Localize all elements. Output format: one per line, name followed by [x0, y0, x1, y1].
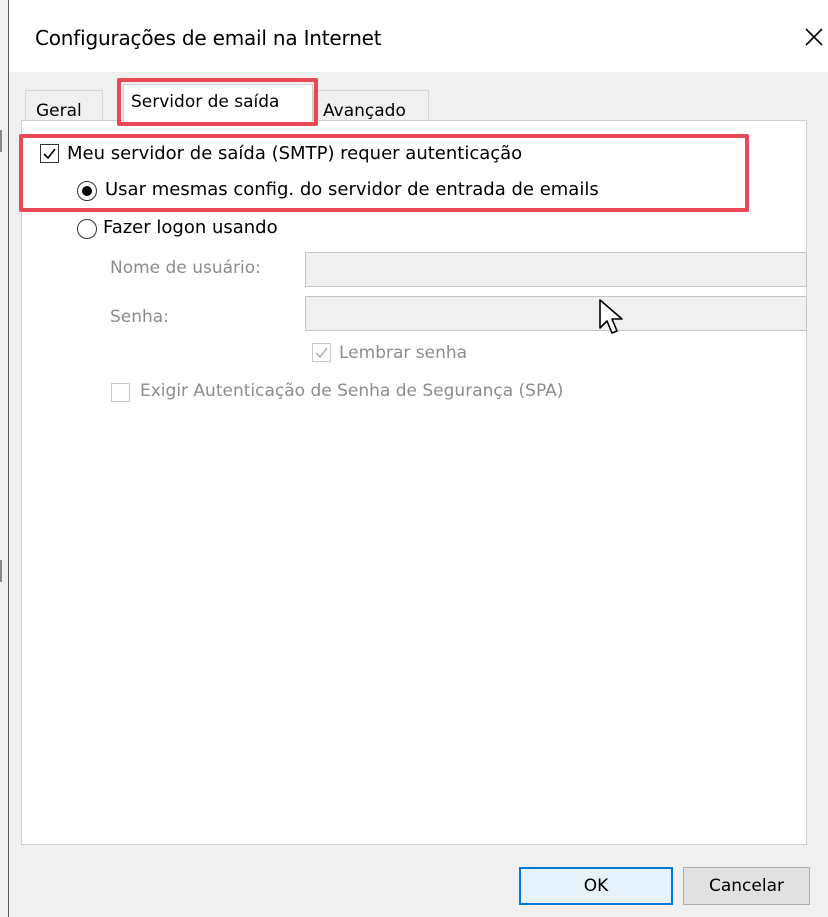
- tab-avancado[interactable]: Avançado: [313, 90, 429, 121]
- password-field[interactable]: [305, 296, 807, 331]
- tab-highlight-box: [117, 78, 318, 126]
- ok-button-label: OK: [583, 876, 609, 896]
- spa-label: Exigir Autenticação de Senha de Seguranç…: [140, 381, 564, 401]
- cancel-button-label: Cancelar: [709, 876, 784, 896]
- dialog-title: Configurações de email na Internet: [35, 26, 382, 50]
- cancel-button[interactable]: Cancelar: [683, 867, 810, 905]
- window-edge-mark: [0, 130, 2, 152]
- window-edge-mark: [0, 560, 2, 582]
- radio-logon-using[interactable]: [77, 219, 97, 239]
- close-icon[interactable]: [795, 18, 828, 56]
- checkmark-icon: [315, 347, 328, 359]
- mouse-pointer-icon: [598, 298, 626, 342]
- logon-using-label: Fazer logon usando: [103, 217, 278, 238]
- remember-password-label: Lembrar senha: [339, 343, 468, 363]
- remember-password-checkbox[interactable]: [312, 343, 331, 362]
- spa-checkbox[interactable]: [111, 383, 130, 402]
- title-bar: Configurações de email na Internet: [9, 0, 828, 72]
- ok-button[interactable]: OK: [519, 867, 673, 905]
- options-highlight-box: [19, 134, 749, 212]
- tab-geral[interactable]: Geral: [25, 90, 103, 121]
- username-field[interactable]: [305, 252, 807, 287]
- tab-avancado-label: Avançado: [323, 101, 406, 121]
- username-label: Nome de usuário:: [110, 258, 261, 278]
- tab-geral-label: Geral: [36, 101, 82, 121]
- password-label: Senha:: [110, 307, 169, 327]
